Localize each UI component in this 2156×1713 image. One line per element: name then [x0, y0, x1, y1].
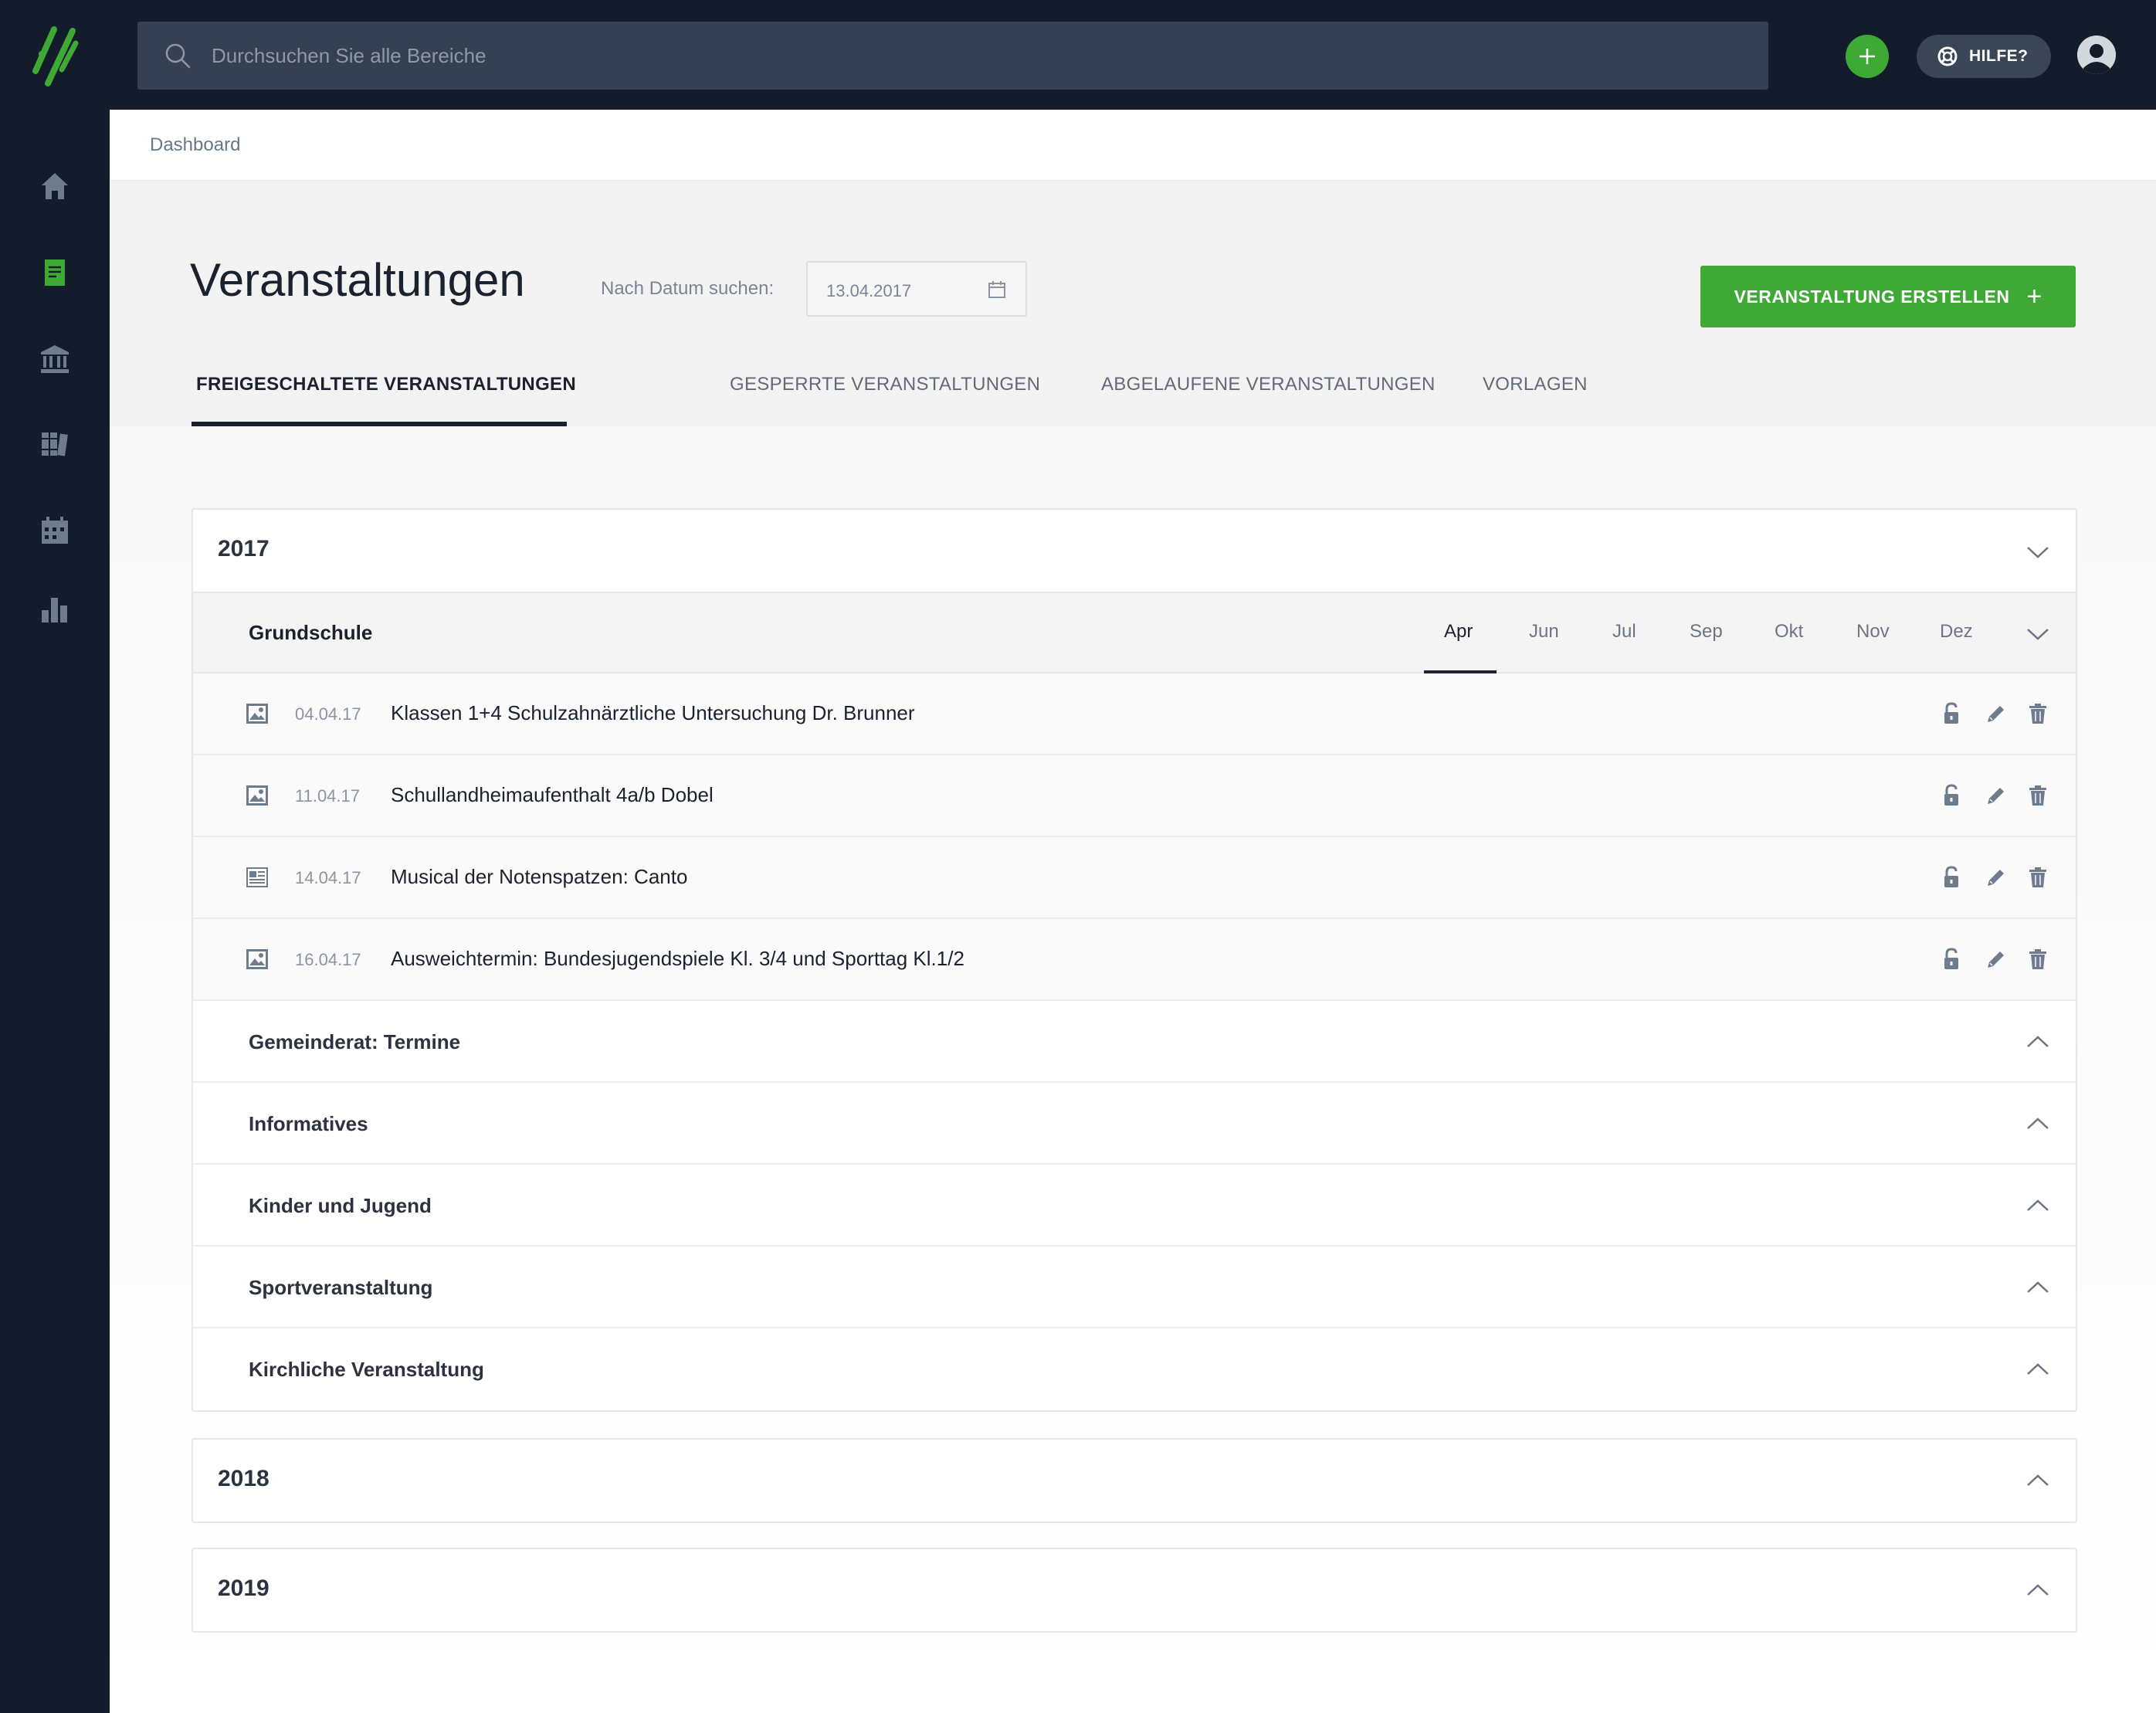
month-tab-dez[interactable]: Dez — [1940, 621, 1973, 643]
tab-vorlagen[interactable]: VORLAGEN — [1483, 374, 1588, 395]
pencil-icon[interactable] — [1983, 783, 2006, 808]
category-label: Kinder und Jugend — [249, 1194, 432, 1217]
search-icon — [165, 43, 191, 69]
calendar-icon[interactable] — [39, 514, 71, 547]
chevron-up-icon[interactable] — [2026, 1281, 2049, 1294]
pencil-icon[interactable] — [1983, 701, 2006, 726]
event-title[interactable]: Klassen 1+4 Schulzahnärztliche Untersuch… — [391, 701, 915, 725]
logo-icon[interactable] — [31, 23, 85, 88]
year-header[interactable]: 2017 — [193, 510, 2076, 592]
category-label[interactable]: Grundschule — [249, 621, 372, 645]
page-title: Veranstaltungen — [190, 254, 525, 306]
chevron-up-icon[interactable] — [2026, 1583, 2049, 1597]
date-value: 13.04.2017 — [826, 281, 912, 300]
trash-icon[interactable] — [2026, 701, 2049, 726]
event-title[interactable]: Schullandheimaufenthalt 4a/b Dobel — [391, 783, 714, 807]
year-header[interactable]: 2018 — [193, 1440, 2076, 1521]
chevron-up-icon[interactable] — [2026, 1199, 2049, 1213]
unlock-icon[interactable] — [1940, 701, 1963, 726]
event-date: 16.04.17 — [295, 950, 361, 969]
event-row[interactable]: 16.04.17 Ausweichtermin: Bundesjugendspi… — [193, 919, 2076, 1001]
create-event-button[interactable]: VERANSTALTUNG ERSTELLEN + — [1700, 266, 2076, 327]
pencil-icon[interactable] — [1983, 947, 2006, 972]
tab-abgelaufene[interactable]: ABGELAUFENE VERANSTALTUNGEN — [1101, 374, 1436, 395]
tab-gesperrte[interactable]: GESPERRTE VERANSTALTUNGEN — [730, 374, 1040, 395]
category-label: Kirchliche Veranstaltung — [249, 1358, 484, 1381]
category-row-gemeinderat[interactable]: Gemeinderat: Termine — [193, 1001, 2076, 1083]
books-icon[interactable] — [39, 428, 71, 460]
year-label: 2017 — [218, 536, 270, 561]
year-section-2019[interactable]: 2019 — [192, 1548, 2077, 1633]
category-header-grundschule: Grundschule Apr Jun Jul Sep Okt Nov Dez — [193, 592, 2076, 673]
user-icon — [2077, 36, 2116, 74]
year-section-2018[interactable]: 2018 — [192, 1438, 2077, 1523]
chevron-up-icon[interactable] — [2026, 1474, 2049, 1487]
month-tab-apr[interactable]: Apr — [1444, 621, 1473, 643]
chevron-down-icon[interactable] — [2026, 545, 2049, 559]
event-row[interactable]: 14.04.17 Musical der Notenspatzen: Canto — [193, 837, 2076, 919]
trash-icon[interactable] — [2026, 865, 2049, 890]
month-tab-nov[interactable]: Nov — [1856, 621, 1890, 643]
article-icon — [246, 867, 268, 887]
help-label: HILFE? — [1969, 47, 2029, 65]
year-section-2017: 2017 Grundschule Apr Jun Jul Sep Okt Nov… — [192, 508, 2077, 1412]
plus-icon: + — [2026, 282, 2042, 311]
search-bar[interactable]: Durchsuchen Sie alle Bereiche — [137, 22, 1768, 90]
unlock-icon[interactable] — [1940, 783, 1963, 808]
home-icon[interactable] — [39, 170, 71, 202]
year-label: 2019 — [218, 1576, 270, 1601]
image-icon — [246, 704, 268, 724]
trash-icon[interactable] — [2026, 947, 2049, 972]
institution-icon[interactable] — [39, 343, 71, 375]
document-icon[interactable] — [39, 256, 71, 289]
event-date: 04.04.17 — [295, 704, 361, 724]
tab-freigeschaltete[interactable]: FREIGESCHALTETE VERANSTALTUNGEN — [196, 374, 576, 395]
breadcrumb-bar: Dashboard — [110, 110, 2156, 181]
date-field[interactable]: 13.04.2017 — [806, 261, 1027, 317]
image-icon — [246, 785, 268, 806]
top-bar: Durchsuchen Sie alle Bereiche HILFE? — [0, 0, 2156, 110]
plus-icon — [1859, 49, 1875, 64]
event-row[interactable]: 11.04.17 Schullandheimaufenthalt 4a/b Do… — [193, 755, 2076, 837]
category-row-kirchliche[interactable]: Kirchliche Veranstaltung — [193, 1328, 2076, 1410]
month-tab-jun[interactable]: Jun — [1529, 621, 1559, 643]
unlock-icon[interactable] — [1940, 947, 1963, 972]
unlock-icon[interactable] — [1940, 865, 1963, 890]
chevron-up-icon[interactable] — [2026, 1117, 2049, 1131]
month-tab-jul[interactable]: Jul — [1612, 621, 1636, 643]
chevron-down-icon[interactable] — [2026, 627, 2049, 641]
help-button[interactable]: HILFE? — [1917, 35, 2051, 78]
add-button[interactable] — [1846, 35, 1889, 78]
event-title[interactable]: Musical der Notenspatzen: Canto — [391, 865, 687, 889]
sidebar — [0, 110, 110, 1713]
category-label: Sportveranstaltung — [249, 1276, 433, 1299]
year-label: 2018 — [218, 1466, 270, 1491]
category-label: Informatives — [249, 1112, 368, 1135]
category-row-kinder-jugend[interactable]: Kinder und Jugend — [193, 1165, 2076, 1247]
category-row-sportveranstaltung[interactable]: Sportveranstaltung — [193, 1247, 2076, 1328]
breadcrumb[interactable]: Dashboard — [150, 134, 240, 156]
event-row[interactable]: 04.04.17 Klassen 1+4 Schulzahnärztliche … — [193, 673, 2076, 755]
event-date: 14.04.17 — [295, 868, 361, 887]
chevron-up-icon[interactable] — [2026, 1362, 2049, 1376]
search-input[interactable]: Durchsuchen Sie alle Bereiche — [212, 44, 486, 68]
year-header[interactable]: 2019 — [193, 1549, 2076, 1631]
event-date: 11.04.17 — [295, 786, 361, 806]
lifebuoy-icon — [1937, 46, 1958, 66]
bar-chart-icon[interactable] — [39, 593, 71, 626]
image-icon — [246, 949, 268, 969]
month-tab-okt[interactable]: Okt — [1775, 621, 1803, 643]
category-label: Gemeinderat: Termine — [249, 1030, 461, 1053]
pencil-icon[interactable] — [1983, 865, 2006, 890]
page-header: Veranstaltungen Nach Datum suchen: 13.04… — [110, 181, 2156, 426]
user-avatar[interactable] — [2077, 36, 2116, 74]
event-title[interactable]: Ausweichtermin: Bundesjugendspiele Kl. 3… — [391, 947, 964, 971]
month-tab-sep[interactable]: Sep — [1690, 621, 1723, 643]
trash-icon[interactable] — [2026, 783, 2049, 808]
date-search-label: Nach Datum suchen: — [601, 278, 775, 299]
create-event-label: VERANSTALTUNG ERSTELLEN — [1734, 286, 2010, 307]
category-row-informatives[interactable]: Informatives — [193, 1083, 2076, 1165]
chevron-up-icon[interactable] — [2026, 1035, 2049, 1049]
calendar-icon[interactable] — [987, 280, 1007, 300]
